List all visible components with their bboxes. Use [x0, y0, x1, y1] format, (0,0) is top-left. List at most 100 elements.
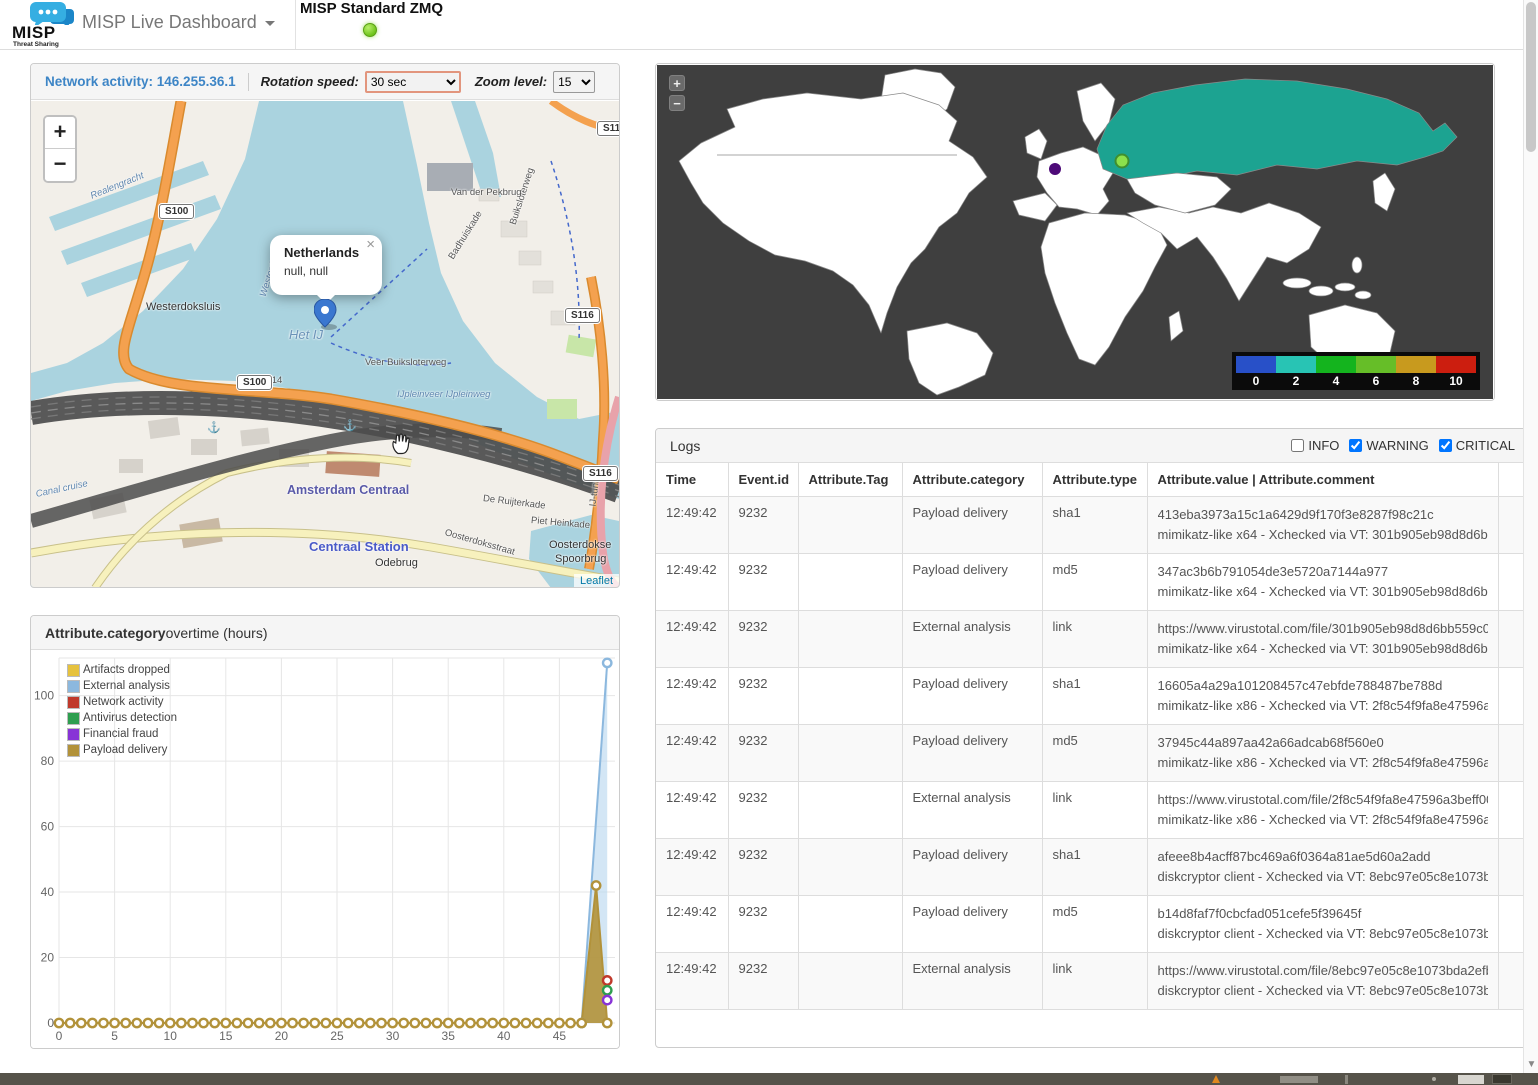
log-comment: mimikatz-like x64 - Xchecked via VT: 301…	[1158, 525, 1488, 545]
log-type: link	[1042, 782, 1147, 839]
svg-text:15: 15	[219, 1029, 233, 1043]
log-time: 12:49:42	[656, 611, 728, 668]
zoom-level-select[interactable]: 15	[553, 71, 595, 93]
network-activity-panel: Network activity: 146.255.36.1 Rotation …	[30, 63, 620, 588]
legend-swatch-icon	[67, 728, 80, 741]
log-comment: mimikatz-like x86 - Xchecked via VT: 2f8…	[1158, 696, 1488, 716]
log-value: 16605a4a29a101208457c47ebfde788487be788d	[1158, 676, 1488, 696]
filter-checkbox-critical[interactable]	[1439, 439, 1452, 452]
log-event-id: 9232	[728, 839, 798, 896]
map-zoom-in-button[interactable]: +	[45, 117, 75, 149]
taskbar-item[interactable]	[1280, 1076, 1318, 1083]
legend-tick-label: 8	[1396, 373, 1436, 388]
leaflet-map[interactable]: ⚓ ⚓ WesterdoksluisHet IJVeer Buiksloterw…	[31, 101, 619, 588]
svg-text:35: 35	[442, 1029, 456, 1043]
log-row: 12:49:429232External analysislinkhttps:/…	[656, 953, 1530, 1010]
misp-logo-bubbles-icon	[22, 1, 86, 25]
map-marker-pin[interactable]	[314, 299, 340, 336]
misp-brand-sub: Threat Sharing	[13, 41, 59, 48]
log-value-comment: https://www.virustotal.com/file/8ebc97e0…	[1147, 953, 1498, 1010]
log-tag	[798, 554, 902, 611]
log-row: 12:49:429232Payload deliverysha1413eba39…	[656, 497, 1530, 554]
log-value: afeee8b4acff87bc469a6f0364a81ae5d60a2add	[1158, 847, 1488, 867]
world-map[interactable]: + − 0246810	[657, 65, 1493, 399]
taskbar-item[interactable]	[1432, 1077, 1436, 1081]
log-category: Payload delivery	[902, 668, 1042, 725]
taskbar-item[interactable]	[1492, 1074, 1512, 1084]
page-scrollbar[interactable]: ▼	[1523, 0, 1538, 1073]
log-time: 12:49:42	[656, 782, 728, 839]
street-map-art: ⚓ ⚓	[31, 101, 619, 588]
log-tag	[798, 953, 902, 1010]
filter-checkbox-info[interactable]	[1291, 439, 1304, 452]
log-row: 12:49:429232External analysislinkhttps:/…	[656, 782, 1530, 839]
filter-checkbox-warning[interactable]	[1349, 439, 1362, 452]
chart-body: 020406080100051015202530354045 Artifacts…	[31, 650, 619, 1049]
log-comment: diskcryptor client - Xchecked via VT: 8e…	[1158, 924, 1488, 944]
column-header: Attribute.type	[1042, 463, 1147, 497]
svg-text:80: 80	[41, 754, 55, 768]
network-activity-title[interactable]: Network activity: 146.255.36.1	[45, 74, 236, 89]
world-zoom-control: + −	[669, 75, 685, 115]
popup-title: Netherlands	[284, 245, 370, 260]
log-category: Payload delivery	[902, 839, 1042, 896]
log-value-comment: https://www.virustotal.com/file/2f8c54f9…	[1147, 782, 1498, 839]
svg-text:100: 100	[34, 689, 54, 703]
log-category: External analysis	[902, 611, 1042, 668]
log-category: Payload delivery	[902, 554, 1042, 611]
log-time: 12:49:42	[656, 896, 728, 953]
log-event-id: 9232	[728, 497, 798, 554]
log-event-id: 9232	[728, 554, 798, 611]
column-header: Attribute.value | Attribute.comment	[1147, 463, 1498, 497]
rotation-speed-select[interactable]: 30 sec	[365, 71, 461, 93]
svg-text:60: 60	[41, 820, 55, 834]
legend-swatch-icon	[67, 744, 80, 757]
column-header: Event.id	[728, 463, 798, 497]
filter-info[interactable]: INFO	[1291, 438, 1339, 453]
taskbar-item[interactable]	[1458, 1075, 1484, 1084]
popup-close-icon[interactable]: ×	[366, 238, 375, 252]
scrollbar-thumb[interactable]	[1526, 2, 1536, 152]
dashboard-menu-label: MISP Live Dashboard	[82, 12, 257, 32]
filter-warning[interactable]: WARNING	[1349, 438, 1428, 453]
zoom-level-label: Zoom level:	[475, 74, 547, 89]
legend-swatch-icon	[67, 712, 80, 725]
log-tag	[798, 839, 902, 896]
log-value: https://www.virustotal.com/file/2f8c54f9…	[1158, 790, 1488, 810]
legend-label: Artifacts dropped	[83, 664, 170, 676]
log-level-filters: INFO WARNING CRITICAL	[1281, 438, 1515, 453]
chart-title-rest: overtime (hours)	[166, 625, 268, 641]
legend-tick-label: 10	[1436, 373, 1476, 388]
svg-text:25: 25	[330, 1029, 344, 1043]
legend-color-segment	[1396, 356, 1436, 373]
log-type: sha1	[1042, 668, 1147, 725]
leaflet-attribution[interactable]: Leaflet	[574, 574, 619, 588]
log-time: 12:49:42	[656, 839, 728, 896]
log-comment: mimikatz-like x86 - Xchecked via VT: 2f8…	[1158, 753, 1488, 773]
log-value: b14d8faf7f0cbcfad051cefe5f39645f	[1158, 904, 1488, 924]
netherlands-marker	[1049, 163, 1061, 175]
legend-item: External analysis	[67, 678, 177, 694]
legend-swatch-icon	[67, 664, 80, 677]
misp-logo[interactable]: MISP Threat Sharing	[10, 1, 74, 49]
svg-text:⚓: ⚓	[343, 419, 357, 432]
svg-text:0: 0	[47, 1016, 54, 1030]
log-comment: diskcryptor client - Xchecked via VT: 8e…	[1158, 981, 1488, 1001]
world-zoom-out-button[interactable]: −	[669, 95, 685, 111]
svg-text:20: 20	[275, 1029, 289, 1043]
column-header: Attribute.category	[902, 463, 1042, 497]
map-zoom-out-button[interactable]: −	[45, 149, 75, 181]
scrollbar-down-arrow-icon[interactable]: ▼	[1524, 1058, 1538, 1073]
legend-color-segment	[1436, 356, 1476, 373]
filter-critical[interactable]: CRITICAL	[1439, 438, 1515, 453]
log-row: 12:49:429232External analysislinkhttps:/…	[656, 611, 1530, 668]
filter-label: CRITICAL	[1456, 438, 1515, 453]
dashboard-menu[interactable]: MISP Live Dashboard	[82, 12, 275, 33]
log-category: Payload delivery	[902, 896, 1042, 953]
taskbar	[0, 1073, 1538, 1085]
taskbar-item[interactable]	[1345, 1075, 1348, 1084]
chart-panel-header: Attribute.category overtime (hours)	[31, 616, 619, 650]
misp-brand: MISP	[12, 23, 56, 43]
world-zoom-in-button[interactable]: +	[669, 75, 685, 91]
svg-text:⚓: ⚓	[207, 421, 221, 434]
